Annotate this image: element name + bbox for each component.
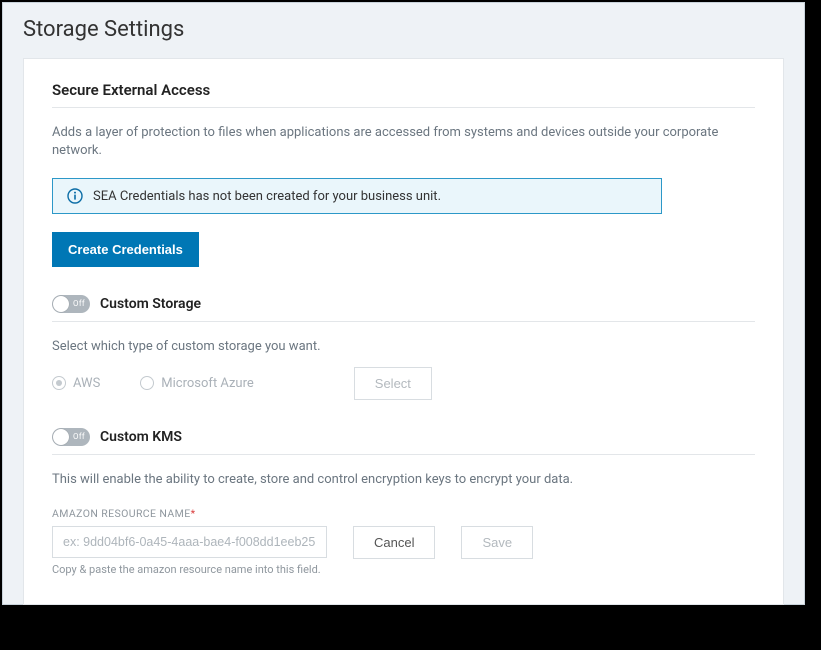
cancel-button[interactable]: Cancel bbox=[353, 526, 435, 559]
radio-aws-label: AWS bbox=[73, 376, 100, 391]
select-storage-button[interactable]: Select bbox=[354, 367, 432, 400]
custom-storage-heading: Custom Storage bbox=[100, 296, 201, 312]
arn-hint: Copy & paste the amazon resource name in… bbox=[52, 563, 327, 576]
custom-storage-radio-row: AWS Microsoft Azure Select bbox=[52, 367, 755, 400]
custom-storage-description: Select which type of custom storage you … bbox=[52, 338, 755, 356]
divider bbox=[52, 107, 755, 108]
arn-input-wrap: Copy & paste the amazon resource name in… bbox=[52, 526, 327, 576]
divider bbox=[52, 321, 755, 322]
sea-info-banner: SEA Credentials has not been created for… bbox=[52, 178, 662, 214]
outer-frame: Storage Settings Secure External Access … bbox=[2, 2, 805, 605]
arn-field-label: AMAZON RESOURCE NAME* bbox=[52, 507, 755, 520]
radio-azure-item[interactable]: Microsoft Azure bbox=[140, 376, 253, 391]
arn-input[interactable] bbox=[52, 526, 327, 558]
toggle-knob bbox=[53, 429, 69, 445]
arn-field-row: Copy & paste the amazon resource name in… bbox=[52, 526, 755, 576]
required-asterisk: * bbox=[191, 507, 196, 520]
arn-label-text: AMAZON RESOURCE NAME bbox=[52, 507, 191, 520]
info-icon bbox=[67, 188, 83, 204]
radio-aws-item[interactable]: AWS bbox=[52, 376, 100, 391]
custom-kms-heading: Custom KMS bbox=[100, 429, 182, 445]
sea-heading: Secure External Access bbox=[52, 81, 755, 99]
toggle-state-label: Off bbox=[73, 299, 85, 308]
divider bbox=[52, 454, 755, 455]
sea-description: Adds a layer of protection to files when… bbox=[52, 124, 755, 160]
sea-banner-text: SEA Credentials has not been created for… bbox=[93, 189, 441, 204]
radio-azure-label: Microsoft Azure bbox=[161, 376, 253, 391]
custom-kms-toggle[interactable]: Off bbox=[52, 428, 90, 446]
custom-kms-description: This will enable the ability to create, … bbox=[52, 471, 755, 489]
save-button[interactable]: Save bbox=[461, 526, 533, 559]
create-credentials-button[interactable]: Create Credentials bbox=[52, 232, 199, 267]
custom-kms-heading-row: Off Custom KMS bbox=[52, 428, 755, 446]
page-title: Storage Settings bbox=[3, 3, 804, 58]
radio-azure[interactable] bbox=[140, 376, 154, 390]
toggle-state-label: Off bbox=[73, 432, 85, 441]
radio-aws[interactable] bbox=[52, 376, 66, 390]
custom-storage-heading-row: Off Custom Storage bbox=[52, 295, 755, 313]
settings-panel: Secure External Access Adds a layer of p… bbox=[23, 58, 784, 605]
toggle-knob bbox=[53, 296, 69, 312]
custom-storage-toggle[interactable]: Off bbox=[52, 295, 90, 313]
